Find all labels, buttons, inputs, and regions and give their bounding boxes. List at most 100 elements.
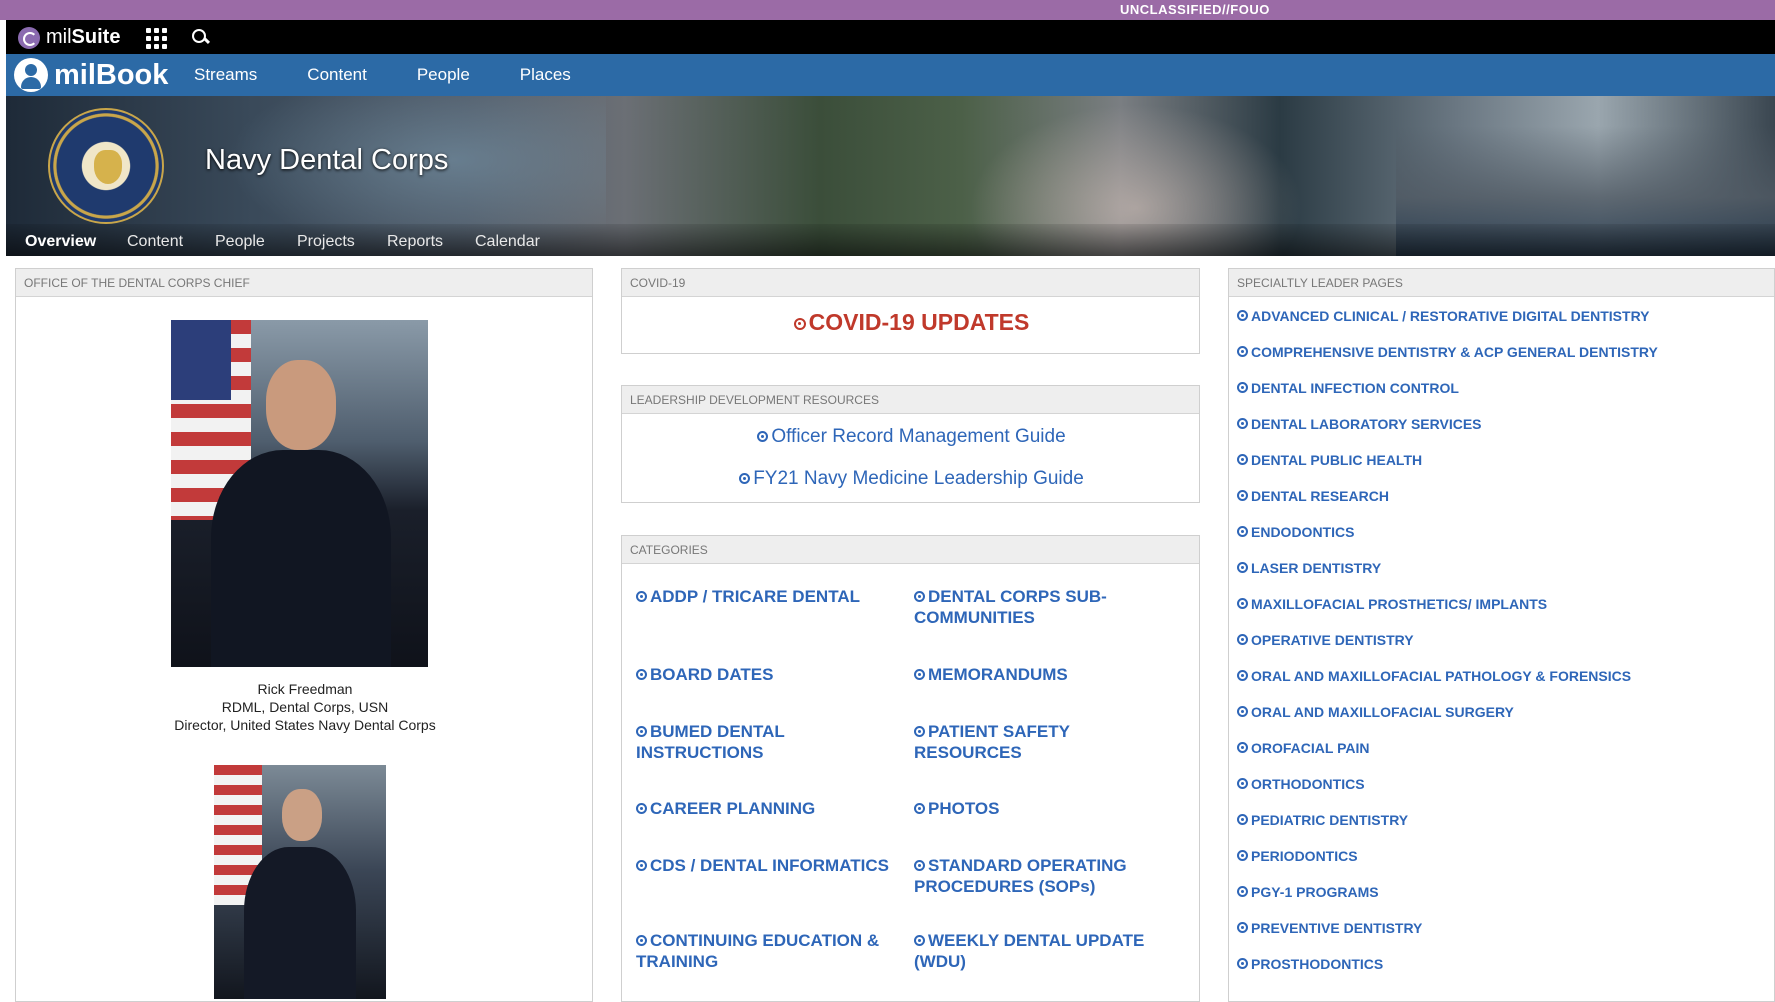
category-link[interactable]: WEEKLY DENTAL UPDATE (WDU): [914, 930, 1164, 972]
nav-content[interactable]: Content: [307, 65, 367, 85]
link-bullet-icon: [636, 935, 647, 946]
link-bullet-icon: [914, 726, 925, 737]
milsuite-topbar: milSuite: [6, 20, 1775, 54]
covid-panel: COVID-19 COVID-19 UPDATES: [621, 268, 1200, 354]
category-link[interactable]: BUMED DENTAL INSTRUCTIONS: [636, 721, 816, 763]
category-link[interactable]: ADDP / TRICARE DENTAL: [636, 586, 901, 607]
link-bullet-icon: [1237, 958, 1248, 969]
link-bullet-icon: [636, 591, 647, 602]
specialty-link[interactable]: ORTHODONTICS: [1237, 776, 1365, 792]
tab-overview[interactable]: Overview: [25, 233, 96, 251]
category-link[interactable]: MEMORANDUMS: [914, 664, 1179, 685]
office-panel-header: OFFICE OF THE DENTAL CORPS CHIEF: [16, 269, 592, 297]
director-portrait[interactable]: [171, 320, 428, 667]
specialty-panel: SPECIALTLY LEADER PAGES ADVANCED CLINICA…: [1228, 268, 1775, 1002]
specialty-link[interactable]: DENTAL PUBLIC HEALTH: [1237, 452, 1422, 468]
category-link[interactable]: BOARD DATES: [636, 664, 901, 685]
link-bullet-icon: [1237, 922, 1248, 933]
link-bullet-icon: [1237, 418, 1248, 429]
link-bullet-icon: [914, 803, 925, 814]
link-bullet-icon: [914, 591, 925, 602]
specialty-link[interactable]: ORAL AND MAXILLOFACIAL SURGERY: [1237, 704, 1514, 720]
specialty-link[interactable]: OPERATIVE DENTISTRY: [1237, 632, 1414, 648]
link-bullet-icon: [636, 803, 647, 814]
link-bullet-icon: [1237, 850, 1248, 861]
office-panel: OFFICE OF THE DENTAL CORPS CHIEF Rick Fr…: [15, 268, 593, 1002]
specialty-link[interactable]: ADVANCED CLINICAL / RESTORATIVE DIGITAL …: [1237, 308, 1650, 324]
tab-people[interactable]: People: [215, 233, 265, 251]
group-subnav: Overview Content People Projects Reports…: [6, 224, 1775, 256]
tab-reports[interactable]: Reports: [387, 233, 443, 251]
category-link[interactable]: CONTINUING EDUCATION & TRAINING: [636, 930, 901, 972]
link-bullet-icon: [1237, 454, 1248, 465]
nav-people[interactable]: People: [417, 65, 470, 85]
link-bullet-icon: [1237, 310, 1248, 321]
tab-content[interactable]: Content: [127, 233, 183, 251]
classification-label: UNCLASSIFIED//FOUO: [1120, 2, 1270, 17]
specialty-link[interactable]: LASER DENTISTRY: [1237, 560, 1381, 576]
specialty-panel-header: SPECIALTLY LEADER PAGES: [1229, 269, 1774, 297]
link-bullet-icon: [1237, 778, 1248, 789]
link-bullet-icon: [636, 669, 647, 680]
specialty-link[interactable]: COMPREHENSIVE DENTISTRY & ACP GENERAL DE…: [1237, 344, 1658, 360]
category-link[interactable]: PHOTOS: [914, 798, 1179, 819]
link-bullet-icon: [1237, 814, 1248, 825]
milsuite-logo-icon: [18, 26, 40, 49]
milsuite-brand[interactable]: milSuite: [18, 26, 120, 49]
link-bullet-icon: [914, 935, 925, 946]
specialty-link[interactable]: ENDODONTICS: [1237, 524, 1354, 540]
officer-record-guide-link[interactable]: Officer Record Management Guide: [622, 426, 1201, 448]
leadership-panel: LEADERSHIP DEVELOPMENT RESOURCES Officer…: [621, 385, 1200, 503]
link-bullet-icon: [1237, 598, 1248, 609]
specialty-link[interactable]: PREVENTIVE DENTISTRY: [1237, 920, 1422, 936]
leadership-guide-link[interactable]: FY21 Navy Medicine Leadership Guide: [622, 468, 1201, 490]
leadership-panel-header: LEADERSHIP DEVELOPMENT RESOURCES: [622, 386, 1199, 414]
link-bullet-icon: [757, 431, 769, 442]
category-link[interactable]: CDS / DENTAL INFORMATICS: [636, 855, 911, 876]
specialty-link[interactable]: MAXILLOFACIAL PROSTHETICS/ IMPLANTS: [1237, 596, 1547, 612]
link-bullet-icon: [914, 860, 925, 871]
milbook-user-icon: [14, 58, 48, 92]
link-bullet-icon: [1237, 346, 1248, 357]
specialty-link[interactable]: PERIODONTICS: [1237, 848, 1358, 864]
link-bullet-icon: [1237, 490, 1248, 501]
specialty-link[interactable]: PROSTHODONTICS: [1237, 956, 1383, 972]
category-link[interactable]: PATIENT SAFETY RESOURCES: [914, 721, 1104, 763]
specialty-link[interactable]: ORAL AND MAXILLOFACIAL PATHOLOGY & FOREN…: [1237, 668, 1631, 684]
link-bullet-icon: [1237, 706, 1248, 717]
link-bullet-icon: [1237, 886, 1248, 897]
tab-projects[interactable]: Projects: [297, 233, 355, 251]
category-link[interactable]: CAREER PLANNING: [636, 798, 901, 819]
dental-corps-seal-icon: [48, 108, 164, 224]
covid-updates-link[interactable]: COVID-19 UPDATES: [622, 309, 1201, 336]
deputy-portrait[interactable]: [214, 765, 386, 999]
link-bullet-icon: [1237, 382, 1248, 393]
link-bullet-icon: [914, 669, 925, 680]
director-name: Rick Freedman: [257, 681, 353, 697]
nav-streams[interactable]: Streams: [194, 65, 257, 85]
link-bullet-icon: [636, 860, 647, 871]
specialty-link[interactable]: PGY-1 PROGRAMS: [1237, 884, 1379, 900]
specialty-link[interactable]: PEDIATRIC DENTISTRY: [1237, 812, 1408, 828]
apps-grid-icon[interactable]: [146, 28, 167, 49]
brand-suffix: Suite: [71, 26, 121, 48]
link-bullet-icon: [1237, 562, 1248, 573]
director-rank: RDML, Dental Corps, USN: [221, 699, 389, 715]
link-bullet-icon: [1237, 634, 1248, 645]
category-link[interactable]: DENTAL CORPS SUB-COMMUNITIES: [914, 586, 1139, 628]
tab-calendar[interactable]: Calendar: [475, 233, 540, 251]
covid-panel-header: COVID-19: [622, 269, 1199, 297]
specialty-link[interactable]: DENTAL INFECTION CONTROL: [1237, 380, 1459, 396]
milbook-brand[interactable]: milBook: [14, 58, 168, 92]
specialty-link[interactable]: DENTAL RESEARCH: [1237, 488, 1389, 504]
specialty-link[interactable]: OROFACIAL PAIN: [1237, 740, 1370, 756]
nav-places[interactable]: Places: [520, 65, 571, 85]
group-banner: Navy Dental Corps Overview Content Peopl…: [6, 96, 1775, 256]
link-bullet-icon: [739, 473, 751, 484]
category-link[interactable]: STANDARD OPERATING PROCEDURES (SOPs): [914, 855, 1154, 897]
search-icon[interactable]: [192, 29, 208, 45]
specialty-link[interactable]: DENTAL LABORATORY SERVICES: [1237, 416, 1482, 432]
link-bullet-icon: [793, 318, 806, 330]
categories-panel-header: CATEGORIES: [622, 536, 1199, 564]
link-bullet-icon: [1237, 742, 1248, 753]
